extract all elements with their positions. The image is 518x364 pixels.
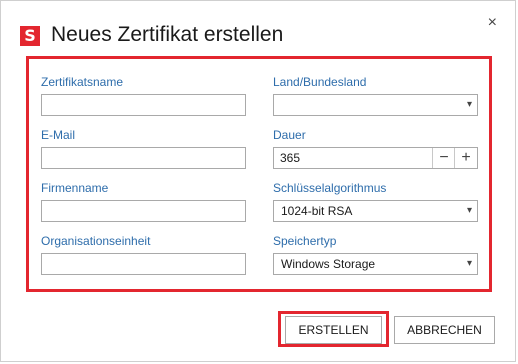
country-select[interactable]: ▾ bbox=[273, 94, 478, 116]
duration-value[interactable]: 365 bbox=[280, 151, 300, 165]
storage-type-select[interactable]: Windows Storage ▾ bbox=[273, 253, 478, 275]
key-algorithm-label: Schlüsselalgorithmus bbox=[273, 181, 387, 195]
increment-button[interactable]: + bbox=[454, 148, 477, 168]
close-icon[interactable]: × bbox=[488, 13, 497, 33]
certificate-name-input[interactable] bbox=[41, 94, 246, 116]
duration-label: Dauer bbox=[273, 128, 306, 142]
company-name-label: Firmenname bbox=[41, 181, 109, 195]
storage-type-value: Windows Storage bbox=[281, 257, 376, 271]
dialog-title: Neues Zertifikat erstellen bbox=[51, 23, 284, 46]
chevron-down-icon: ▾ bbox=[466, 258, 472, 269]
email-label: E-Mail bbox=[41, 128, 76, 142]
decrement-button[interactable]: − bbox=[432, 148, 455, 168]
s-logo-icon: S bbox=[20, 26, 40, 46]
key-algorithm-value: 1024-bit RSA bbox=[281, 204, 353, 218]
cancel-button[interactable]: ABBRECHEN bbox=[394, 316, 495, 344]
email-input[interactable] bbox=[41, 147, 246, 169]
country-label: Land/Bundesland bbox=[273, 75, 367, 89]
create-certificate-dialog: S Neues Zertifikat erstellen × Zertifika… bbox=[0, 0, 516, 362]
create-button[interactable]: ERSTELLEN bbox=[285, 316, 382, 344]
organizational-unit-label: Organisationseinheit bbox=[41, 234, 151, 248]
duration-stepper[interactable]: 365 − + bbox=[273, 147, 478, 169]
storage-type-label: Speichertyp bbox=[273, 234, 337, 248]
organizational-unit-input[interactable] bbox=[41, 253, 246, 275]
key-algorithm-select[interactable]: 1024-bit RSA ▾ bbox=[273, 200, 478, 222]
certificate-name-label: Zertifikatsname bbox=[41, 75, 124, 89]
chevron-down-icon: ▾ bbox=[466, 99, 472, 110]
company-name-input[interactable] bbox=[41, 200, 246, 222]
chevron-down-icon: ▾ bbox=[466, 205, 472, 216]
